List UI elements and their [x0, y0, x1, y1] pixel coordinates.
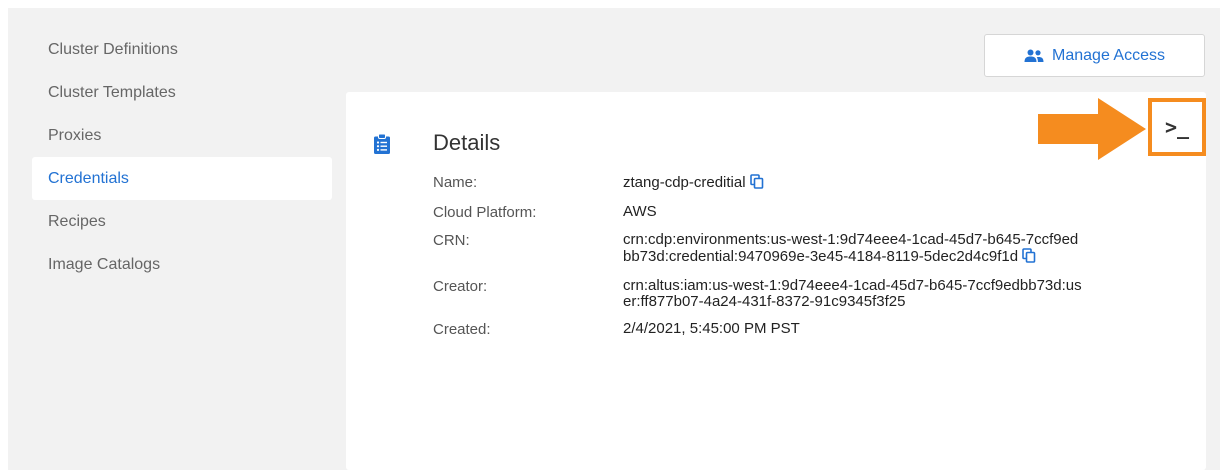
manage-access-label: Manage Access	[1052, 46, 1165, 64]
detail-row-creator: Creator: crn:altus:iam:us-west-1:9d74eee…	[433, 278, 1193, 310]
cloud-platform-value: AWS	[623, 203, 657, 220]
sidebar-item-proxies[interactable]: Proxies	[32, 114, 332, 157]
created-value: 2/4/2021, 5:45:00 PM PST	[623, 320, 800, 337]
detail-value: ztang-cdp-creditial	[623, 174, 1083, 193]
sidebar-item-cluster-templates[interactable]: Cluster Templates	[32, 71, 332, 114]
detail-row-created: Created: 2/4/2021, 5:45:00 PM PST	[433, 320, 1193, 339]
details-list: Name: ztang-cdp-creditial Cloud Platform…	[433, 174, 1193, 349]
sidebar-item-recipes[interactable]: Recipes	[32, 200, 332, 243]
terminal-icon: >_	[1164, 115, 1190, 139]
detail-value: crn:cdp:environments:us-west-1:9d74eee4-…	[623, 232, 1083, 267]
detail-row-crn: CRN: crn:cdp:environments:us-west-1:9d74…	[433, 232, 1193, 267]
detail-label: CRN:	[433, 232, 470, 249]
detail-label: Cloud Platform:	[433, 204, 537, 221]
detail-row-name: Name: ztang-cdp-creditial	[433, 174, 1193, 193]
detail-label: Created:	[433, 321, 491, 338]
terminal-button[interactable]: >_	[1148, 98, 1206, 156]
copy-icon[interactable]	[1022, 248, 1036, 267]
creator-value: crn:altus:iam:us-west-1:9d74eee4-1cad-45…	[623, 277, 1082, 310]
crn-value: crn:cdp:environments:us-west-1:9d74eee4-…	[623, 231, 1079, 265]
clipboard-list-icon	[374, 133, 390, 159]
users-icon	[1024, 49, 1044, 62]
sidebar-item-cluster-definitions[interactable]: Cluster Definitions	[32, 28, 332, 71]
app-root: Cluster Definitions Cluster Templates Pr…	[8, 8, 1220, 470]
detail-label: Name:	[433, 174, 478, 191]
card-title: Details	[433, 130, 501, 155]
arrow-right-icon	[1038, 98, 1146, 160]
sidebar-item-credentials[interactable]: Credentials	[32, 157, 332, 200]
detail-row-cloud-platform: Cloud Platform: AWS	[433, 203, 1193, 222]
name-value: ztang-cdp-creditial	[623, 174, 746, 191]
detail-label: Creator:	[433, 278, 488, 295]
sidebar-item-image-catalogs[interactable]: Image Catalogs	[32, 243, 332, 286]
manage-access-button[interactable]: Manage Access	[984, 34, 1205, 77]
copy-icon[interactable]	[749, 174, 764, 193]
sidebar-nav: Cluster Definitions Cluster Templates Pr…	[32, 28, 332, 286]
